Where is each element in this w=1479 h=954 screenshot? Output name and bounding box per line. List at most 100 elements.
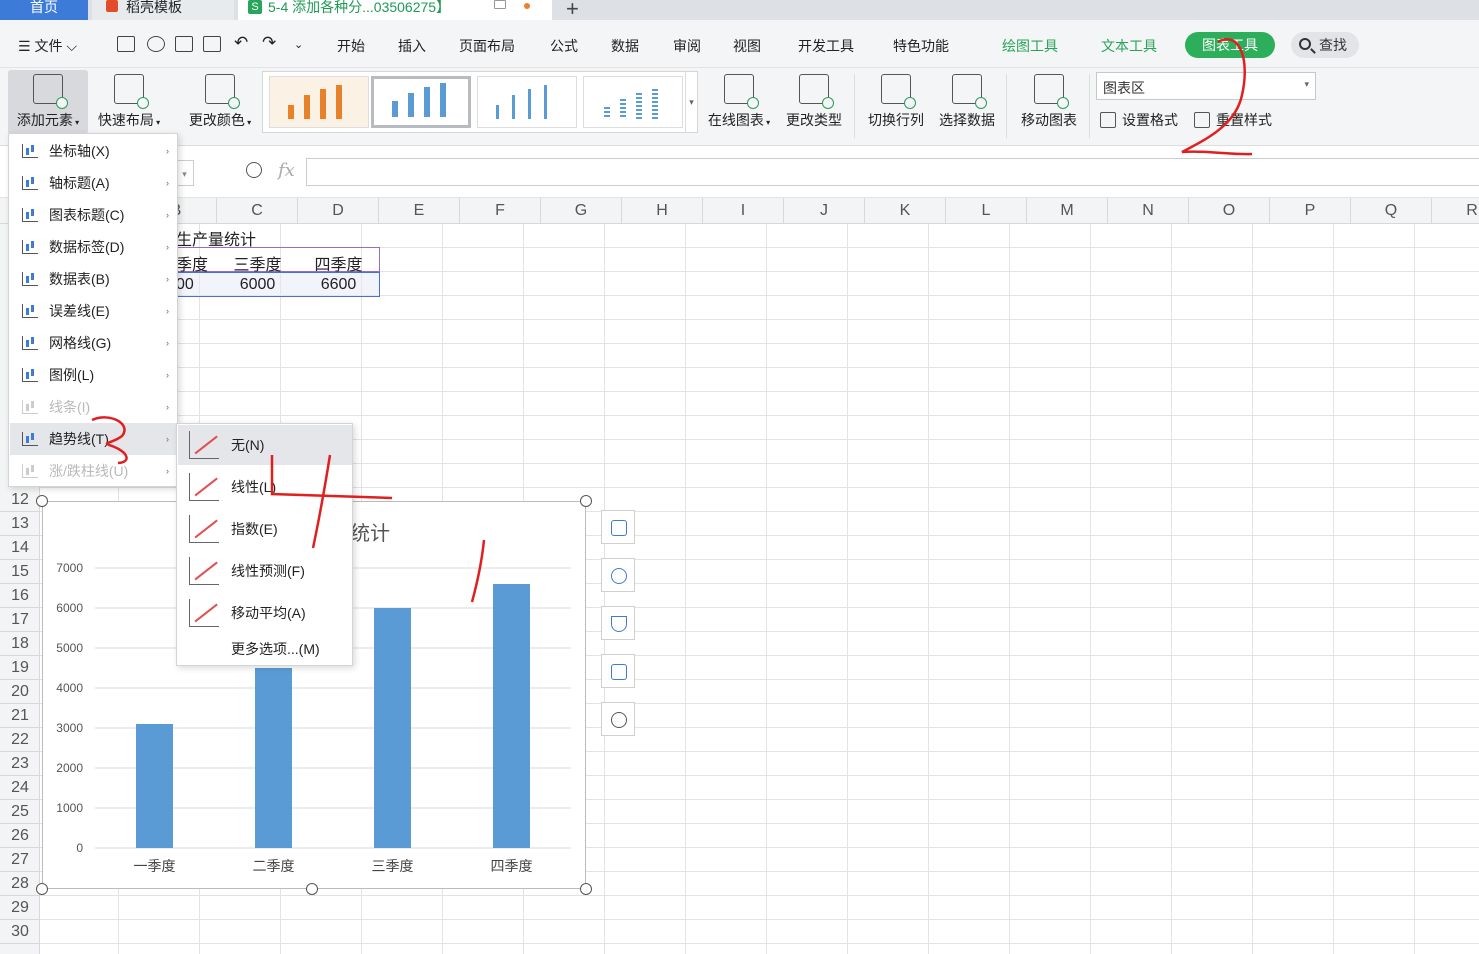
online-chart-button[interactable]: 在线图表 ▾ [702, 70, 776, 134]
resize-handle[interactable] [306, 883, 318, 895]
col-header[interactable]: H [622, 198, 703, 224]
menu-item-axis-title[interactable]: 轴标题(A) › [10, 167, 177, 199]
col-header[interactable]: J [784, 198, 865, 224]
tab-home[interactable]: 首页 [0, 0, 88, 20]
col-header[interactable]: D [298, 198, 379, 224]
menu-view[interactable]: 视图 [733, 36, 761, 56]
file-menu[interactable]: ☰ 文件 ⌵ [18, 36, 77, 56]
online-chart-tool[interactable] [601, 654, 635, 688]
menu-item-chart-title[interactable]: 图表标题(C) › [10, 199, 177, 231]
row-header[interactable]: 17 [0, 608, 40, 632]
undo-icon[interactable]: ↶ [234, 33, 248, 53]
col-header[interactable]: O [1189, 198, 1270, 224]
change-type-button[interactable]: 更改类型 [782, 70, 846, 134]
row-header[interactable]: 30 [0, 920, 40, 944]
resize-handle[interactable] [36, 883, 48, 895]
menu-data[interactable]: 数据 [611, 36, 639, 56]
menu-chart-tools[interactable]: 图表工具 [1185, 32, 1275, 58]
menu-item-data-table[interactable]: 数据表(B) › [10, 263, 177, 295]
customize-chevron-icon[interactable]: ⌄ [294, 38, 303, 51]
quick-layout-button[interactable]: 快速布局 ▾ [92, 70, 166, 134]
row-header[interactable]: 16 [0, 584, 40, 608]
resize-handle[interactable] [580, 883, 592, 895]
name-box-dropdown[interactable]: ▾ [176, 160, 194, 186]
row-header[interactable]: 22 [0, 728, 40, 752]
trendline-none[interactable]: 无(N) [178, 425, 352, 465]
row-header[interactable]: 28 [0, 872, 40, 896]
find-button[interactable]: 查找 [1291, 32, 1359, 58]
table-value-cell[interactable]: 6000 [217, 276, 298, 294]
chart-style-3[interactable] [477, 76, 577, 128]
menu-item-legend[interactable]: 图例(L) › [10, 359, 177, 391]
chart-title[interactable]: 统计 [350, 517, 390, 546]
col-header[interactable]: P [1270, 198, 1351, 224]
save-icon[interactable] [117, 36, 135, 52]
select-data-button[interactable]: 选择数据 [935, 70, 999, 134]
table-title[interactable]: 生产量统计 [176, 226, 256, 250]
redo-icon[interactable]: ↷ [262, 33, 276, 53]
gallery-more-icon[interactable]: ▾ [685, 72, 697, 132]
chart-element-select[interactable]: 图表区 ▾ [1096, 72, 1316, 100]
col-header[interactable]: M [1027, 198, 1108, 224]
format-painter-icon[interactable] [147, 36, 165, 52]
chart-style-4[interactable] [583, 76, 683, 128]
print-preview-icon[interactable] [203, 36, 221, 52]
col-header[interactable]: C [217, 198, 298, 224]
chart-style-tool[interactable] [601, 558, 635, 592]
table-header-cell[interactable]: 季度 [176, 251, 216, 275]
zoom-icon[interactable] [246, 162, 262, 178]
col-header[interactable]: G [541, 198, 622, 224]
menu-insert[interactable]: 插入 [398, 36, 426, 56]
row-header[interactable]: 29 [0, 896, 40, 920]
menu-item-gridlines[interactable]: 网格线(G) › [10, 327, 177, 359]
chart-style-1[interactable] [269, 76, 369, 128]
col-header[interactable]: L [946, 198, 1027, 224]
reset-style-button[interactable]: 重置样式 [1194, 110, 1272, 130]
chart-style-2[interactable] [371, 76, 471, 128]
fx-icon[interactable]: fx [278, 160, 295, 181]
row-header[interactable]: 20 [0, 680, 40, 704]
menu-item-data-labels[interactable]: 数据标签(D) › [10, 231, 177, 263]
trendline-linear-forecast[interactable]: 线性预测(F) [178, 551, 352, 591]
col-header[interactable]: R [1432, 198, 1479, 224]
row-header[interactable]: 12 [0, 488, 40, 512]
menu-text-tools[interactable]: 文本工具 [1101, 36, 1157, 56]
row-header[interactable]: 15 [0, 560, 40, 584]
menu-special[interactable]: 特色功能 [893, 36, 949, 56]
resize-handle[interactable] [36, 495, 48, 507]
row-header[interactable]: 26 [0, 824, 40, 848]
row-header[interactable]: 13 [0, 512, 40, 536]
row-header[interactable]: 27 [0, 848, 40, 872]
table-header-cell[interactable]: 三季度 [217, 251, 298, 275]
col-header[interactable]: I [703, 198, 784, 224]
tab-template[interactable]: 稻壳模板 [92, 0, 234, 20]
table-header-cell[interactable]: 四季度 [298, 251, 379, 275]
trendline-linear[interactable]: 线性(L) [178, 467, 352, 507]
add-element-button[interactable]: 添加元素 ▾ [8, 70, 88, 134]
row-header[interactable]: 18 [0, 632, 40, 656]
col-header[interactable]: K [865, 198, 946, 224]
trendline-moving-average[interactable]: 移动平均(A) [178, 593, 352, 633]
menu-formula[interactable]: 公式 [550, 36, 578, 56]
move-chart-button[interactable]: 移动图表 [1016, 70, 1082, 134]
row-header[interactable]: 23 [0, 752, 40, 776]
switch-row-col-button[interactable]: 切换行列 [864, 70, 928, 134]
chart-settings-tool[interactable] [601, 702, 635, 736]
menu-item-error-bars[interactable]: 误差线(E) › [10, 295, 177, 327]
trendline-exponential[interactable]: 指数(E) [178, 509, 352, 549]
col-header[interactable]: Q [1351, 198, 1432, 224]
menu-page-layout[interactable]: 页面布局 [459, 36, 515, 56]
trendline-more-options[interactable]: 更多选项...(M) [178, 631, 352, 667]
table-value-cell[interactable]: 6600 [298, 276, 379, 294]
formula-input[interactable] [306, 158, 1479, 186]
col-header[interactable]: F [460, 198, 541, 224]
table-value-cell[interactable]: 00 [176, 276, 216, 294]
menu-item-axis[interactable]: 坐标轴(X) › [10, 135, 177, 167]
set-format-button[interactable]: 设置格式 [1100, 110, 1178, 130]
chart-filter-tool[interactable] [601, 606, 635, 640]
chart-elements-tool[interactable] [601, 510, 635, 544]
col-header[interactable]: N [1108, 198, 1189, 224]
row-header[interactable]: 25 [0, 800, 40, 824]
new-tab-plus-icon[interactable]: + [566, 0, 579, 22]
col-header[interactable]: E [379, 198, 460, 224]
